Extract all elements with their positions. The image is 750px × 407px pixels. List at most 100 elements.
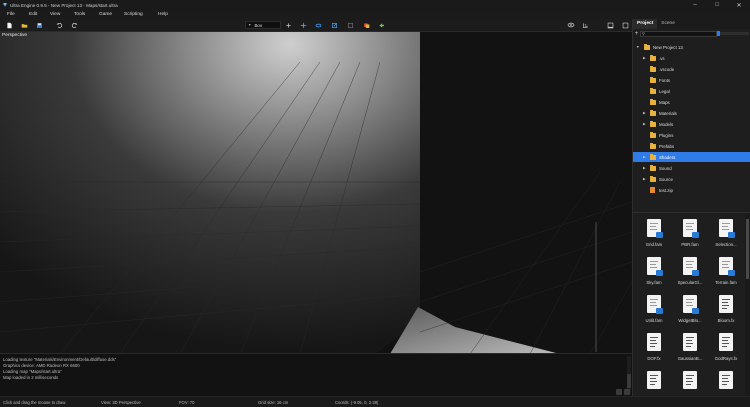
document-icon [647, 219, 663, 238]
open-folder-icon[interactable] [20, 21, 28, 29]
expand-icon[interactable]: ▶ [643, 166, 646, 170]
thumbnail-size-slider[interactable] [717, 31, 749, 36]
asset-name: Terrain.fam [715, 280, 737, 285]
add-asset-icon[interactable]: + [633, 31, 640, 37]
asset-name: Selection... [715, 242, 737, 247]
console-scrollbar-thumb[interactable] [627, 374, 631, 388]
minimize-button[interactable]: – [684, 0, 706, 10]
view-mode-select[interactable]: ▼ Box [245, 21, 281, 29]
expand-icon[interactable]: ▶ [643, 111, 646, 115]
tree-item-label: Maps [659, 99, 670, 105]
add-icon[interactable] [284, 21, 292, 29]
rotate-icon[interactable] [314, 21, 322, 29]
asset-tile[interactable]: Sky.fam [639, 255, 669, 293]
csg-icon[interactable] [362, 21, 370, 29]
tree-item-legal[interactable]: Legal [633, 86, 750, 96]
tree-item-label: Prefabs [659, 143, 675, 149]
tree-item-prefabs[interactable]: Prefabs [633, 141, 750, 151]
menu-view[interactable]: View [50, 12, 60, 17]
folder-icon [650, 143, 656, 149]
folder-icon [650, 55, 656, 61]
asset-tile[interactable]: Terrain.fam [711, 255, 741, 293]
new-file-icon[interactable] [5, 21, 13, 29]
visibility-icon[interactable] [566, 21, 575, 29]
expand-icon[interactable]: ▶ [643, 56, 646, 60]
tab-scene[interactable]: Scene [657, 19, 679, 29]
tree-item-models[interactable]: ▶ Models [633, 119, 750, 129]
layout-single-icon[interactable] [606, 21, 615, 29]
asset-tile[interactable] [675, 369, 705, 396]
asset-tile[interactable]: SpecularGl... [675, 255, 705, 293]
asset-tile[interactable] [639, 369, 669, 396]
output-console[interactable]: Loading texture "Materials/Environment/D… [0, 353, 632, 396]
tree-item-maps[interactable]: Maps [633, 97, 750, 107]
asset-grid-scrollbar-thumb[interactable] [746, 219, 749, 279]
window-title: Ultra Engine 0.9.5 - New Project 13 - Ma… [10, 2, 118, 8]
asset-search-input[interactable] [640, 30, 717, 37]
vscode-badge-icon [656, 308, 663, 314]
asset-name: Unlit.fam [645, 318, 663, 323]
menu-game[interactable]: Game [99, 12, 112, 17]
save-icon[interactable] [35, 21, 43, 29]
asset-tile[interactable]: DOF.fx [639, 331, 669, 369]
tree-item-test-zip[interactable]: test.zip [633, 185, 750, 195]
asset-tile[interactable]: GodRays.fx [711, 331, 741, 369]
move-icon[interactable] [299, 21, 307, 29]
tab-project[interactable]: Project [633, 19, 658, 29]
snap-icon[interactable] [581, 21, 590, 29]
menu-file[interactable]: File [7, 12, 15, 17]
slider-knob[interactable] [717, 31, 720, 36]
layout-quad-icon[interactable] [621, 21, 630, 29]
asset-tile[interactable]: PBR.fam [675, 217, 705, 255]
tree-item-root[interactable]: ▼ New Project 13 [633, 42, 750, 52]
asset-grid-scrollbar[interactable] [745, 213, 750, 396]
asset-tile[interactable]: WidgetBlo... [675, 293, 705, 331]
tree-item-vs[interactable]: ▶ .vs [633, 53, 750, 63]
status-view: View: 3D Perspective [101, 400, 141, 405]
tree-item-source[interactable]: ▶ Source [633, 174, 750, 184]
tree-item-label: .vscode [659, 66, 675, 72]
menu-help[interactable]: Help [158, 12, 168, 17]
asset-tile[interactable]: Selection... [711, 217, 741, 255]
folder-icon [650, 99, 656, 105]
maximize-button[interactable]: □ [706, 0, 728, 10]
asset-tile[interactable]: GaussianB... [675, 331, 705, 369]
tree-item-materials[interactable]: ▶ Materials [633, 108, 750, 118]
document-icon [719, 295, 733, 313]
tree-item-label: test.zip [659, 187, 673, 193]
scale-icon[interactable] [330, 21, 338, 29]
menu-tools[interactable]: Tools [74, 12, 85, 17]
expand-icon[interactable]: ▶ [643, 177, 646, 181]
tree-item-shaders[interactable]: ▶ Shaders [633, 152, 750, 162]
chat-icon[interactable] [616, 389, 622, 395]
vscode-badge-icon [728, 270, 735, 276]
status-grid-size: Grid size: 16 cm [258, 400, 289, 405]
clear-icon[interactable] [624, 389, 630, 395]
run-icon[interactable] [377, 21, 385, 29]
status-bar: Click and drag the mouse to draw View: 3… [0, 396, 750, 407]
status-fov: FOV: 70 [179, 400, 195, 405]
expand-icon[interactable]: ▼ [636, 45, 640, 49]
perspective-viewport[interactable]: Perspective [0, 31, 632, 353]
scene-render[interactable] [0, 32, 632, 353]
asset-tile[interactable] [711, 369, 741, 396]
tree-item-sound[interactable]: ▶ Sound [633, 163, 750, 173]
pivot-icon[interactable] [346, 21, 354, 29]
tree-item-fonts[interactable]: Fonts [633, 75, 750, 85]
asset-panel: Project Scene + ⚲ ▼ New Project 13 ▶ .vs… [632, 19, 750, 396]
asset-tile[interactable]: Unlit.fam [639, 293, 669, 331]
menu-edit[interactable]: Edit [29, 12, 37, 17]
menu-scripting[interactable]: Scripting [124, 12, 143, 17]
document-icon [647, 371, 661, 389]
folder-icon [650, 77, 656, 83]
expand-icon[interactable]: ▶ [643, 155, 646, 159]
tree-item-label: Models [659, 121, 674, 127]
asset-tile[interactable]: Bloom.fx [711, 293, 741, 331]
redo-icon[interactable] [70, 21, 78, 29]
asset-tile[interactable]: Grid.fam [639, 217, 669, 255]
tree-item-vscode[interactable]: .vscode [633, 64, 750, 74]
expand-icon[interactable]: ▶ [643, 122, 646, 126]
tree-item-plugins[interactable]: Plugins [633, 130, 750, 140]
undo-icon[interactable] [55, 21, 63, 29]
close-button[interactable]: ✕ [728, 0, 750, 10]
